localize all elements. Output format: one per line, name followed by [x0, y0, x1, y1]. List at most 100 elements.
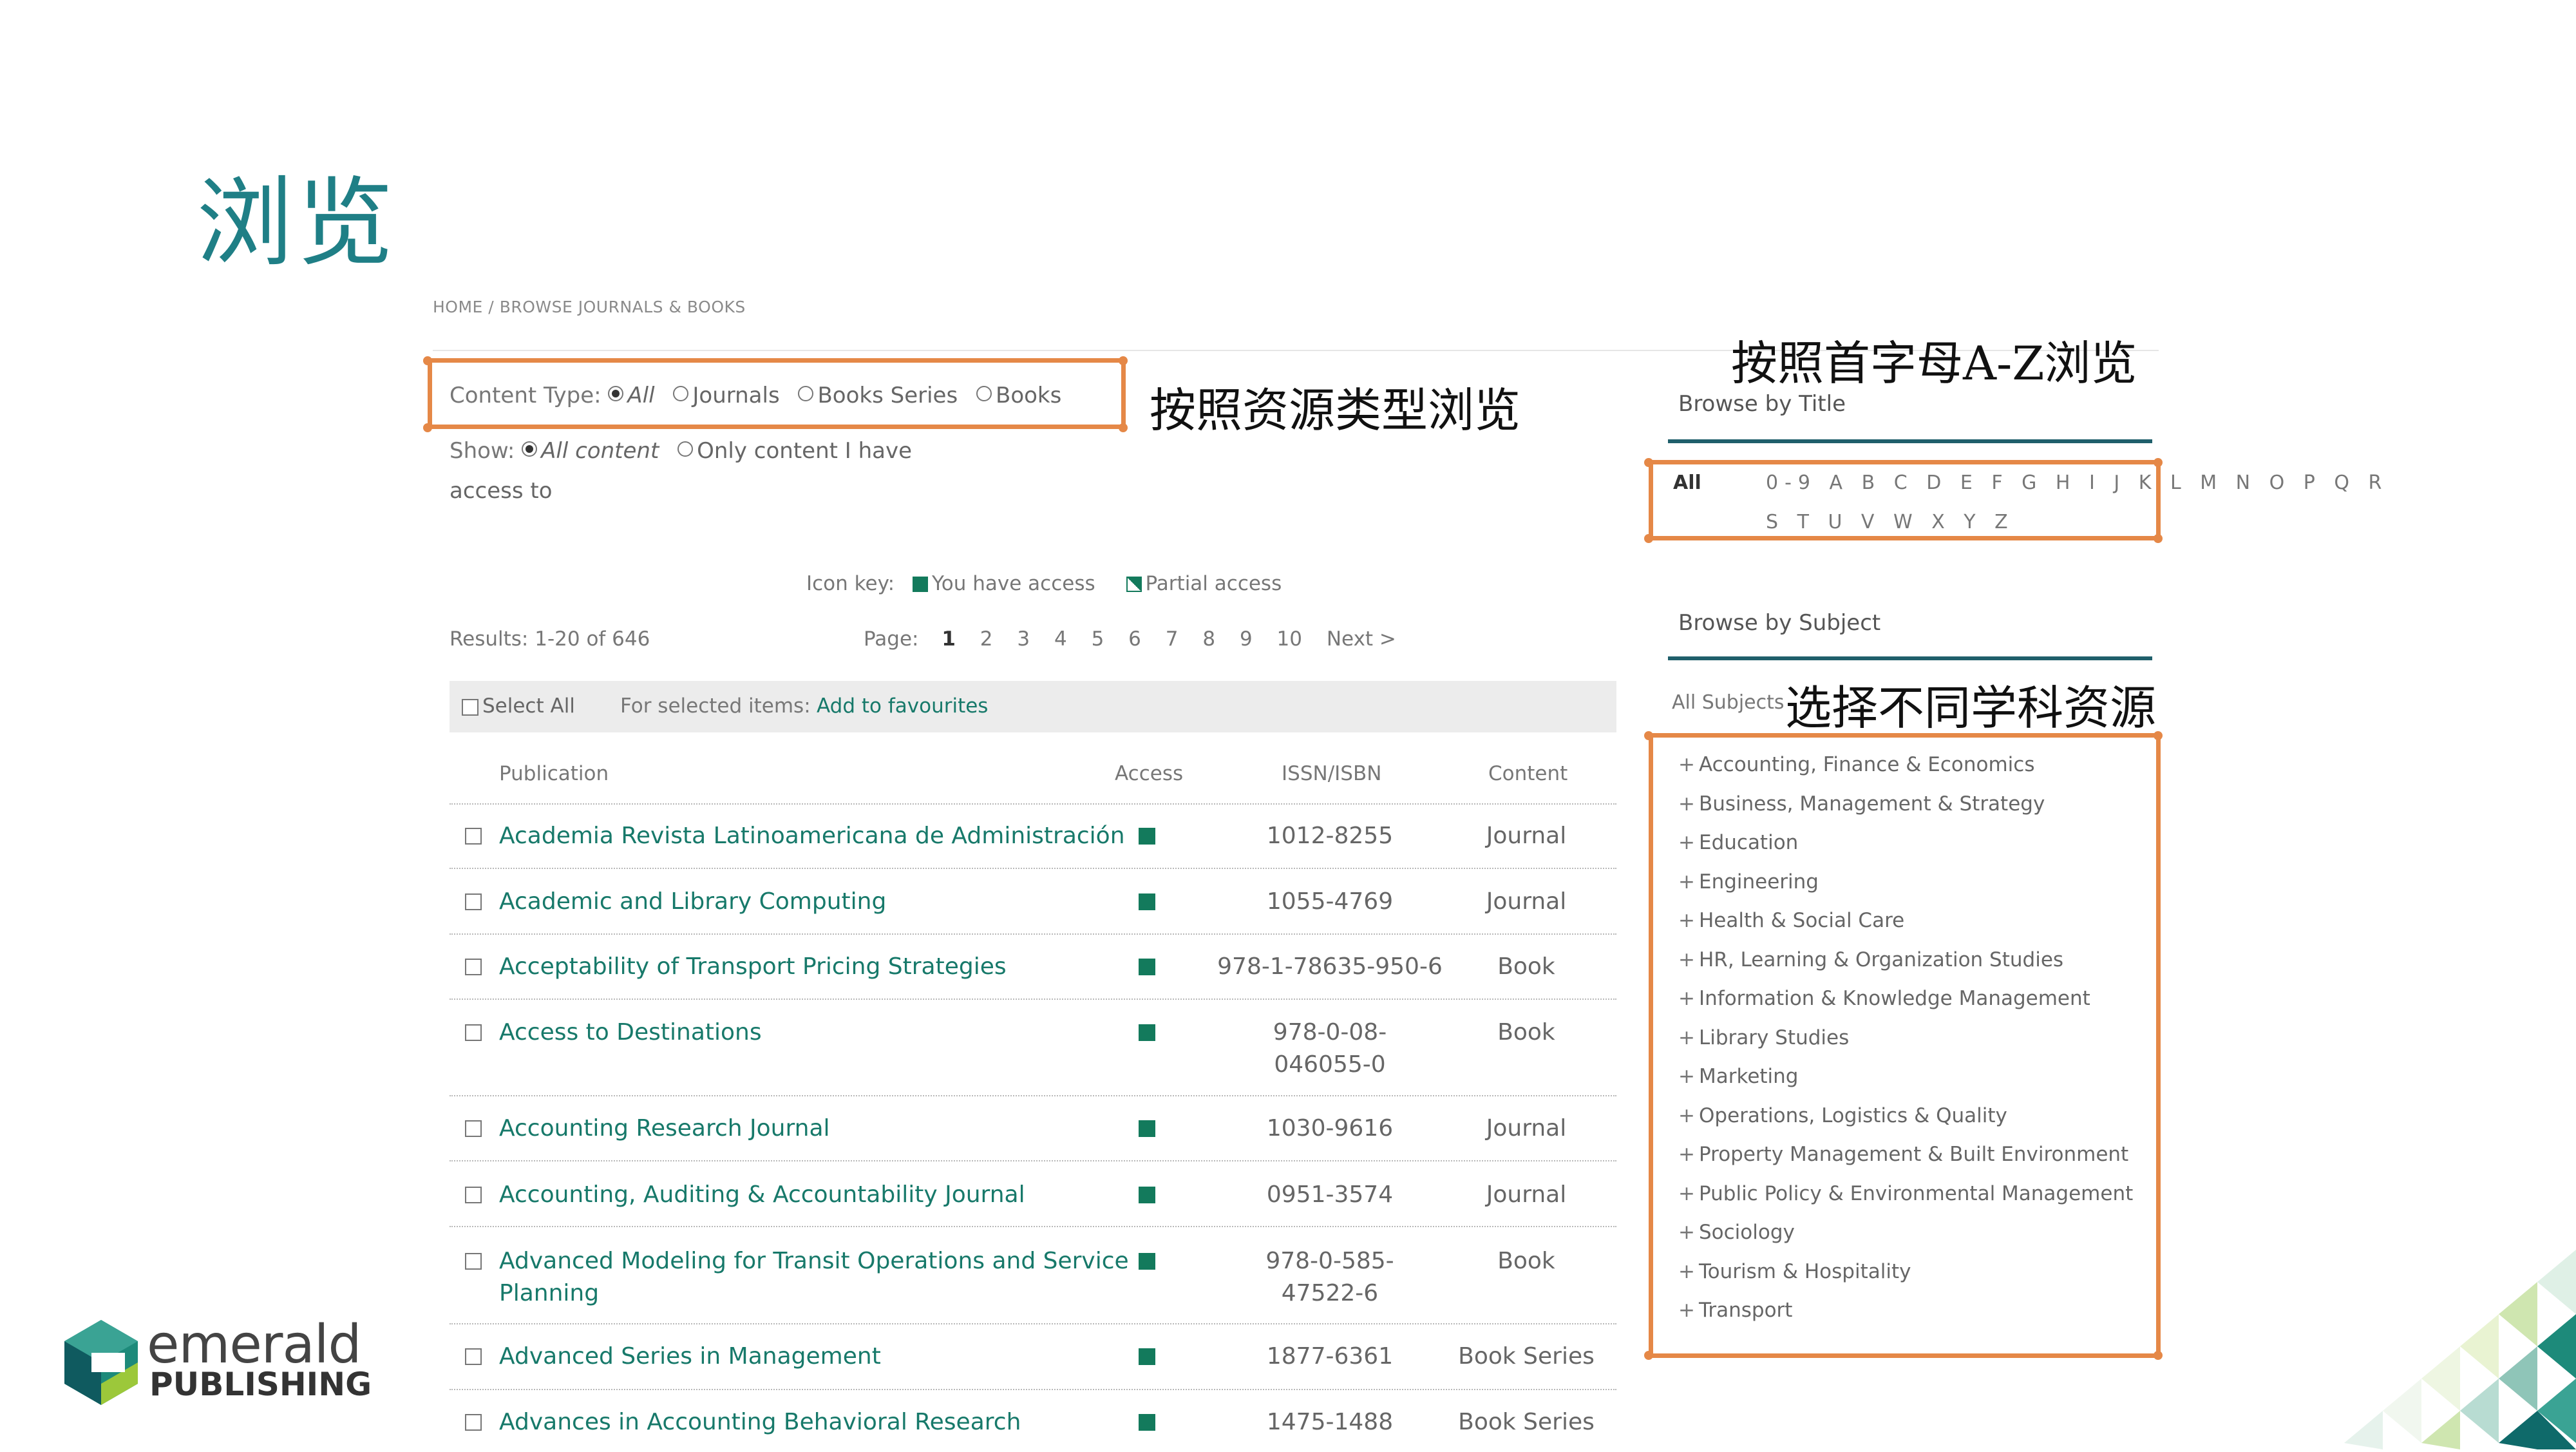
issn-value-continued: 47522-6 — [1281, 1280, 1379, 1306]
add-to-favourites-link[interactable]: Add to favourites — [817, 694, 988, 718]
highlight-corner — [1119, 356, 1128, 365]
page-link[interactable]: 9 — [1240, 627, 1253, 651]
publication-title-link[interactable]: Academic and Library Computing — [499, 885, 886, 919]
subject-item[interactable]: + Marketing — [1678, 1057, 2133, 1096]
highlight-corner — [2154, 1351, 2163, 1360]
subject-item[interactable]: + Sociology — [1678, 1213, 2133, 1252]
publication-title-link[interactable]: Academia Revista Latinoamericana de Admi… — [499, 819, 1125, 853]
next-page-link[interactable]: Next > — [1327, 627, 1396, 651]
breadcrumb-home[interactable]: HOME — [433, 298, 483, 316]
subject-item[interactable]: + HR, Learning & Organization Studies — [1678, 941, 2133, 980]
content-type-value: Journal — [1486, 1115, 1567, 1142]
highlight-corner — [2154, 458, 2163, 467]
browse-subject-underline — [1668, 656, 2152, 660]
publication-title-link[interactable]: Acceptability of Transport Pricing Strat… — [499, 950, 1007, 984]
for-selected-label: For selected items: — [620, 694, 811, 718]
subject-item[interactable]: + Information & Knowledge Management — [1678, 979, 2133, 1018]
publication-title-link[interactable]: Advanced Series in Management — [499, 1340, 881, 1373]
expand-plus-icon: + — [1678, 909, 1695, 932]
decorative-triangles — [2177, 1224, 2576, 1449]
page-link[interactable]: 4 — [1054, 627, 1067, 651]
icon-key: Icon key: You have access Partial access — [806, 572, 1282, 595]
subject-item[interactable]: + Health & Social Care — [1678, 901, 2133, 941]
content-type-label: Content Type: — [450, 383, 601, 408]
subject-item[interactable]: + Engineering — [1678, 863, 2133, 902]
subject-item[interactable]: + Property Management & Built Environment — [1678, 1135, 2133, 1174]
annotation-by-subject: 选择不同学科资源 — [1785, 681, 2157, 735]
subject-item[interactable]: + Tourism & Hospitality — [1678, 1252, 2133, 1292]
select-all-control[interactable]: Select All — [462, 694, 575, 718]
issn-value: 978-1-78635-950-6 — [1217, 953, 1443, 980]
subject-item[interactable]: + Public Policy & Environmental Managemen… — [1678, 1174, 2133, 1214]
expand-plus-icon: + — [1678, 987, 1695, 1010]
row-divider — [450, 933, 1616, 935]
subject-item[interactable]: + Transport — [1678, 1291, 2133, 1330]
page-link[interactable]: 6 — [1128, 627, 1141, 651]
az-all-link[interactable]: All — [1673, 472, 1701, 494]
publication-title-link[interactable]: Advances in Accounting Behavioral Resear… — [499, 1406, 1021, 1439]
row-checkbox[interactable] — [465, 893, 482, 910]
header-publication[interactable]: Publication — [499, 762, 609, 785]
page-link[interactable]: 2 — [980, 627, 993, 651]
page-label: Page: — [864, 627, 919, 651]
browse-title-underline — [1668, 439, 2152, 443]
subject-item[interactable]: + Accounting, Finance & Economics — [1678, 745, 2133, 785]
subject-item[interactable]: + Business, Management & Strategy — [1678, 785, 2133, 824]
row-checkbox[interactable] — [465, 1348, 482, 1365]
az-letters-row1[interactable]: 0-9 A B C D E F G H I J K L M N O P Q R — [1766, 472, 2388, 494]
page-link[interactable]: 3 — [1017, 627, 1030, 651]
page-link[interactable]: 5 — [1092, 627, 1104, 651]
subject-item[interactable]: + Operations, Logistics & Quality — [1678, 1096, 2133, 1136]
browse-by-subject-heading: Browse by Subject — [1678, 610, 1881, 636]
expand-plus-icon: + — [1678, 1221, 1695, 1244]
subject-label: Engineering — [1698, 870, 1819, 893]
annotation-by-type: 按照资源类型浏览 — [1150, 383, 1521, 437]
access-icon — [1139, 1414, 1155, 1431]
radio-only-access-label: Only content I have — [697, 438, 913, 464]
row-divider — [450, 1389, 1616, 1390]
row-checkbox[interactable] — [465, 828, 482, 845]
expand-plus-icon: + — [1678, 870, 1695, 893]
icon-key-partial: Partial access — [1145, 572, 1282, 595]
publication-title-link[interactable]: Accounting Research Journal — [499, 1112, 830, 1145]
page-link[interactable]: 7 — [1166, 627, 1179, 651]
radio-only-access[interactable] — [677, 441, 694, 457]
row-checkbox[interactable] — [465, 1120, 482, 1137]
row-checkbox[interactable] — [465, 1024, 482, 1041]
radio-all[interactable] — [608, 386, 624, 401]
breadcrumb-current: BROWSE JOURNALS & BOOKS — [499, 298, 746, 316]
radio-journals-label: Journals — [692, 383, 780, 408]
publication-title-link[interactable]: Access to Destinations — [499, 1016, 762, 1049]
publication-title-link-continued[interactable]: Planning — [499, 1277, 599, 1310]
page-link[interactable]: 1 — [942, 627, 956, 651]
row-checkbox[interactable] — [465, 1253, 482, 1270]
highlight-corner — [423, 423, 432, 432]
access-icon — [1139, 1120, 1155, 1137]
page-link[interactable]: 8 — [1202, 627, 1215, 651]
icon-key-label: Icon key: — [806, 572, 895, 595]
expand-plus-icon: + — [1678, 948, 1695, 971]
row-checkbox[interactable] — [465, 1187, 482, 1203]
row-checkbox[interactable] — [465, 959, 482, 975]
subject-item[interactable]: + Library Studies — [1678, 1018, 2133, 1058]
radio-journals[interactable] — [673, 386, 689, 401]
pagination: Page: 1 2 3 4 5 6 7 8 9 10 Next > — [864, 627, 1414, 651]
publication-title-link[interactable]: Accounting, Auditing & Accountability Jo… — [499, 1178, 1025, 1212]
show-filter: Show: All content Only content I have — [450, 438, 912, 464]
access-icon — [912, 577, 928, 592]
az-letters-row2[interactable]: S T U V W X Y Z — [1766, 511, 2014, 533]
row-divider — [450, 1095, 1616, 1096]
access-icon — [1139, 828, 1155, 845]
radio-books-series[interactable] — [798, 386, 814, 401]
page-link[interactable]: 10 — [1277, 627, 1302, 651]
all-subjects-link[interactable]: All Subjects — [1672, 691, 1785, 714]
issn-value-continued: 046055-0 — [1274, 1051, 1386, 1078]
radio-books[interactable] — [976, 386, 992, 401]
subject-label: Library Studies — [1698, 1026, 1850, 1049]
select-all-checkbox[interactable] — [462, 699, 478, 716]
radio-all-content[interactable] — [522, 441, 538, 457]
publication-title-link[interactable]: Advanced Modeling for Transit Operations… — [499, 1245, 1129, 1278]
subject-item[interactable]: + Education — [1678, 823, 2133, 863]
row-checkbox[interactable] — [465, 1414, 482, 1431]
row-divider — [450, 1160, 1616, 1161]
